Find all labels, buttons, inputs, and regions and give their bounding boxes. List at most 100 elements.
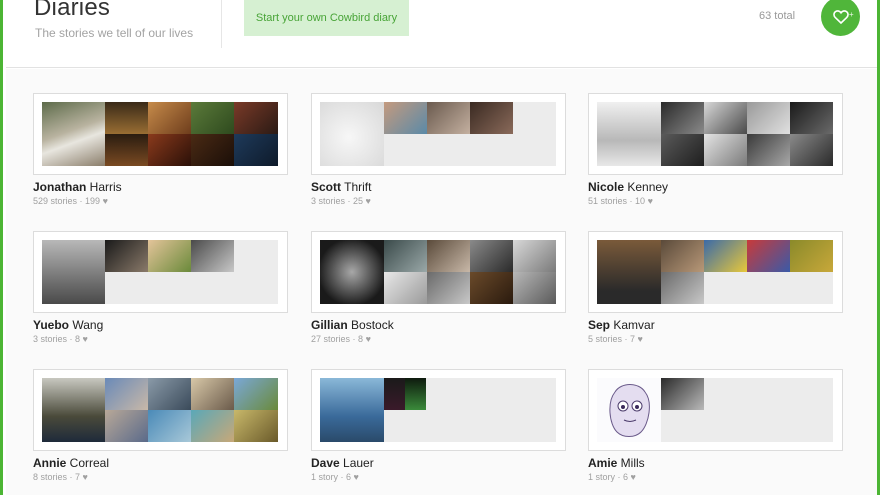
diary-thumbnails[interactable] <box>311 369 566 451</box>
diary-thumbnails[interactable] <box>33 369 288 451</box>
page-title: Diaries <box>34 0 111 21</box>
photo-thumbnail <box>470 102 513 134</box>
story-count: 1 story <box>588 472 616 482</box>
author-first-name: Amie <box>588 456 618 470</box>
photo-thumbnail <box>148 102 191 134</box>
photo-thumbnail <box>704 240 747 272</box>
diary-meta: 529 stories · 199 ♥ <box>33 196 108 206</box>
diary-thumbnails[interactable] <box>588 231 843 313</box>
story-count: 529 stories <box>33 196 78 206</box>
browser-frame: Diaries The stories we tell of our lives… <box>0 0 880 495</box>
diary-author-name[interactable]: Nicole Kenney <box>588 180 668 194</box>
author-first-name: Jonathan <box>33 180 87 194</box>
diary-author-name[interactable]: Jonathan Harris <box>33 180 122 194</box>
author-first-name: Sep <box>588 318 611 332</box>
photo-thumbnail <box>384 378 405 410</box>
diary-author-name[interactable]: Annie Correal <box>33 456 109 470</box>
author-first-name: Yuebo <box>33 318 70 332</box>
photo-thumbnail <box>191 102 234 134</box>
diary-thumbnails[interactable] <box>588 93 843 175</box>
diary-thumbnails[interactable] <box>588 369 843 451</box>
author-last-name: Lauer <box>339 456 374 470</box>
photo-thumbnail <box>148 134 191 166</box>
diaries-total-count: 63 total <box>759 10 796 22</box>
photo-thumbnail <box>384 240 427 272</box>
diary-thumbnails[interactable] <box>33 93 288 175</box>
love-count: 8 <box>358 334 364 344</box>
heart-icon: ♥ <box>82 334 88 344</box>
author-first-name: Scott <box>311 180 341 194</box>
diary-meta: 3 stories · 8 ♥ <box>33 334 88 344</box>
photo-thumbnail <box>427 102 470 134</box>
photo-thumbnail <box>747 240 790 272</box>
diary-author-name[interactable]: Yuebo Wang <box>33 318 103 332</box>
photo-thumbnail <box>105 240 148 272</box>
author-last-name: Mills <box>617 456 645 470</box>
diary-meta: 1 story · 6 ♥ <box>311 472 359 482</box>
love-count: 10 <box>635 196 646 206</box>
photo-thumbnail <box>661 134 704 166</box>
main-photo <box>42 378 105 442</box>
author-first-name: Dave <box>311 456 340 470</box>
heart-icon: ♥ <box>82 472 88 482</box>
diary-author-name[interactable]: Gillian Bostock <box>311 318 394 332</box>
page-subtitle: The stories we tell of our lives <box>35 26 194 40</box>
photo-thumbnail <box>148 410 191 442</box>
love-button[interactable]: + <box>821 0 860 36</box>
photo-thumbnail <box>790 240 833 272</box>
author-first-name: Nicole <box>588 180 625 194</box>
author-last-name: Bostock <box>347 318 394 332</box>
photo-thumbnail <box>105 134 148 166</box>
photo-thumbnail <box>105 378 148 410</box>
story-count: 3 stories <box>33 334 68 344</box>
photo-thumbnail <box>148 378 191 410</box>
diary-author-name[interactable]: Scott Thrift <box>311 180 371 194</box>
start-diary-button[interactable]: Start your own Cowbird diary <box>244 0 409 36</box>
diary-thumbnails[interactable] <box>33 231 288 313</box>
thumbnail-strip <box>597 102 833 166</box>
photo-thumbnail <box>661 240 704 272</box>
photo-thumbnail <box>661 102 704 134</box>
photo-thumbnail <box>427 272 470 304</box>
photo-thumbnail <box>105 102 148 134</box>
diary-thumbnails[interactable] <box>311 93 566 175</box>
photo-thumbnail <box>470 272 513 304</box>
love-count: 7 <box>75 472 81 482</box>
heart-icon: ♥ <box>102 196 108 206</box>
main-photo <box>597 240 661 304</box>
diary-meta: 3 stories · 25 ♥ <box>311 196 371 206</box>
diary-meta: 51 stories · 10 ♥ <box>588 196 653 206</box>
diary-author-name[interactable]: Sep Kamvar <box>588 318 655 332</box>
heart-icon: ♥ <box>365 334 371 344</box>
main-photo <box>42 102 105 166</box>
photo-thumbnail <box>661 378 704 410</box>
thumbnail-strip <box>42 102 278 166</box>
thumbnail-strip <box>320 378 556 442</box>
author-last-name: Kenney <box>624 180 669 194</box>
story-count: 51 stories <box>588 196 628 206</box>
author-first-name: Annie <box>33 456 67 470</box>
photo-thumbnail <box>234 134 278 166</box>
main-photo <box>42 240 105 304</box>
photo-thumbnail <box>790 102 833 134</box>
photo-thumbnail <box>513 240 556 272</box>
main-photo <box>320 102 384 166</box>
photo-thumbnail <box>234 102 278 134</box>
author-last-name: Kamvar <box>610 318 655 332</box>
thumbnail-strip <box>42 378 278 442</box>
plus-glyph: + <box>849 10 854 19</box>
diary-grid: Jonathan Harris 529 stories · 199 ♥ Scot… <box>6 69 877 495</box>
photo-thumbnail <box>234 410 278 442</box>
photo-thumbnail <box>747 102 790 134</box>
photo-thumbnail <box>191 378 234 410</box>
diary-author-name[interactable]: Dave Lauer <box>311 456 374 470</box>
photo-thumbnail <box>405 378 426 410</box>
photo-thumbnail <box>384 102 427 134</box>
main-photo <box>597 102 661 166</box>
main-photo <box>597 378 661 442</box>
diary-author-name[interactable]: Amie Mills <box>588 456 645 470</box>
diary-meta: 27 stories · 8 ♥ <box>311 334 371 344</box>
thumbnail-strip <box>320 240 556 304</box>
diary-thumbnails[interactable] <box>311 231 566 313</box>
photo-thumbnail <box>384 272 427 304</box>
